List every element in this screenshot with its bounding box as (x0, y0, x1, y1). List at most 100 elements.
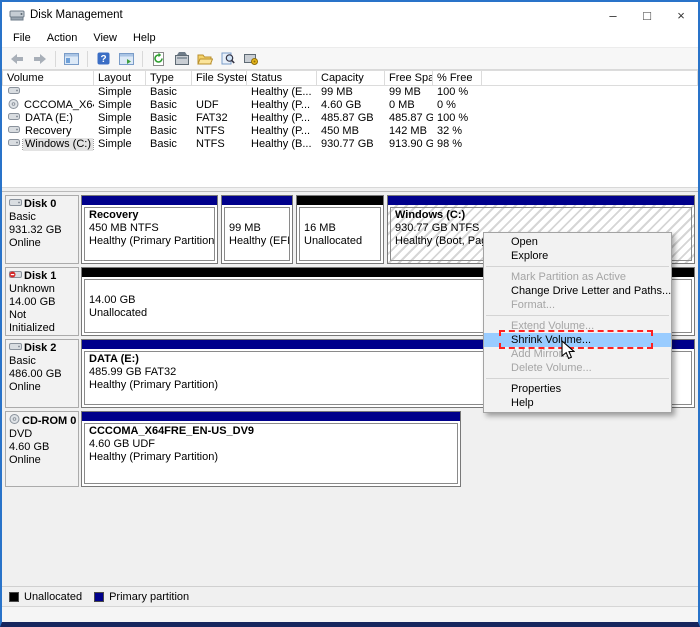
cdrom-0-label[interactable]: CD-ROM 0 DVD 4.60 GB Online (5, 411, 79, 487)
toolbar-separator (55, 51, 56, 67)
menu-view[interactable]: View (85, 30, 125, 46)
table-row[interactable]: CCCOMA_X64FRE... Simple Basic UDF Health… (2, 99, 698, 112)
close-button[interactable]: × (664, 2, 698, 28)
volume-type: Basic (146, 125, 192, 138)
table-row[interactable]: DATA (E:) Simple Basic FAT32 Healthy (P.… (2, 112, 698, 125)
column-header-status[interactable]: Status (247, 70, 317, 86)
menu-item-explore[interactable]: Explore (484, 249, 671, 263)
disk-volume-icon (8, 112, 20, 125)
partition-detail: 99 MB (229, 222, 285, 235)
partition-detail: 450 MB NTFS (89, 222, 210, 235)
disk-2-label[interactable]: Disk 2 Basic 486.00 GB Online (5, 339, 79, 408)
volume-fs (192, 86, 247, 99)
menu-item-extend-volume: Extend Volume... (484, 319, 671, 333)
partition-name: Recovery (89, 209, 210, 222)
menu-item-properties[interactable]: Properties (484, 382, 671, 396)
menu-action[interactable]: Action (39, 30, 86, 46)
status-bar (2, 606, 698, 623)
disk-volume-icon (8, 86, 20, 99)
partition-color-bar (222, 196, 292, 205)
table-row[interactable]: Simple Basic Healthy (E... 99 MB 99 MB 1… (2, 86, 698, 99)
volume-fs: FAT32 (192, 112, 247, 125)
partition-color-bar (388, 196, 694, 205)
disk-name: Disk 1 (24, 270, 56, 283)
mouse-cursor-icon (561, 340, 575, 363)
action-pane-icon[interactable] (116, 49, 137, 68)
back-icon[interactable] (6, 49, 27, 68)
attributes-icon[interactable] (171, 49, 192, 68)
volume-name: Recovery (23, 125, 73, 138)
volume-capacity: 4.60 GB (317, 99, 385, 112)
disk-size: 486.00 GB (9, 368, 75, 381)
volume-layout: Simple (94, 86, 146, 99)
table-row-selected[interactable]: Windows (C:) Simple Basic NTFS Healthy (… (2, 138, 698, 151)
menu-bar: File Action View Help (2, 28, 698, 47)
volume-type: Basic (146, 86, 192, 99)
volume-capacity: 450 MB (317, 125, 385, 138)
search-icon[interactable] (217, 49, 238, 68)
disk-type: Basic (9, 355, 75, 368)
column-header-layout[interactable]: Layout (94, 70, 146, 86)
partition-dvd[interactable]: CCCOMA_X64FRE_EN-US_DV9 4.60 GB UDF Heal… (81, 411, 461, 487)
forward-icon[interactable] (29, 49, 50, 68)
table-row[interactable]: Recovery Simple Basic NTFS Healthy (P...… (2, 125, 698, 138)
disk-type: Basic (9, 211, 75, 224)
volume-layout: Simple (94, 138, 146, 151)
toolbar-separator (142, 51, 143, 67)
volume-status: Healthy (P... (247, 125, 317, 138)
column-header-volume[interactable]: Volume (2, 70, 94, 86)
disk-status: Online (9, 454, 75, 467)
console-tree-icon[interactable] (61, 49, 82, 68)
window-title: Disk Management (30, 9, 123, 21)
column-header-pct-free[interactable]: % Free (433, 70, 482, 86)
disk-volume-icon (8, 125, 20, 138)
open-folder-icon[interactable] (194, 49, 215, 68)
partition-health: Healthy (Primary Partition) (89, 235, 210, 248)
partition-recovery[interactable]: Recovery 450 MB NTFS Healthy (Primary Pa… (81, 195, 218, 264)
menu-help[interactable]: Help (125, 30, 164, 46)
refresh-icon[interactable] (148, 49, 169, 68)
menu-separator (486, 315, 669, 316)
manage-icon[interactable] (240, 49, 261, 68)
volume-free: 913.90 GB (385, 138, 433, 151)
column-header-capacity[interactable]: Capacity (317, 70, 385, 86)
partition-color-bar (297, 196, 383, 205)
volume-pct-free: 100 % (433, 86, 482, 99)
help-icon[interactable]: ? (93, 49, 114, 68)
volume-pct-free: 32 % (433, 125, 482, 138)
menu-item-shrink-volume[interactable]: Shrink Volume... (484, 333, 671, 347)
column-header-type[interactable]: Type (146, 70, 192, 86)
disk-0-label[interactable]: Disk 0 Basic 931.32 GB Online (5, 195, 79, 264)
volume-type: Basic (146, 112, 192, 125)
menu-item-mark-partition-active: Mark Partition as Active (484, 270, 671, 284)
menu-item-add-mirror: Add Mirror... (484, 347, 671, 361)
column-header-file-system[interactable]: File System (192, 70, 247, 86)
partition-unallocated-16mb[interactable]: 16 MB Unallocated (296, 195, 384, 264)
toolbar-separator (87, 51, 88, 67)
partition-efi[interactable]: 99 MB Healthy (EFI System Parti (221, 195, 293, 264)
menu-item-change-drive-letter[interactable]: Change Drive Letter and Paths... (484, 284, 671, 298)
menu-separator (486, 266, 669, 267)
drive-error-icon (9, 270, 22, 283)
menu-file[interactable]: File (5, 30, 39, 46)
disk-status: Not Initialized (9, 309, 75, 335)
disk-size: 14.00 GB (9, 296, 75, 309)
menu-item-help[interactable]: Help (484, 396, 671, 410)
volume-fs: NTFS (192, 138, 247, 151)
disk-management-window: Disk Management – □ × File Action View H… (0, 0, 700, 627)
unallocated-swatch (9, 592, 19, 602)
disk-name: Disk 0 (24, 198, 56, 211)
volume-layout: Simple (94, 125, 146, 138)
disk-type: Unknown (9, 283, 75, 296)
disk-1-label[interactable]: Disk 1 Unknown 14.00 GB Not Initialized (5, 267, 79, 336)
maximize-button[interactable]: □ (630, 2, 664, 28)
menu-item-format: Format... (484, 298, 671, 312)
column-header-free-space[interactable]: Free Spa... (385, 70, 433, 86)
volume-pct-free: 98 % (433, 138, 482, 151)
legend-label: Primary partition (109, 591, 189, 603)
volume-free: 0 MB (385, 99, 433, 112)
volume-capacity: 485.87 GB (317, 112, 385, 125)
minimize-button[interactable]: – (596, 2, 630, 28)
volume-list: Volume Layout Type File System Status Ca… (2, 70, 698, 187)
menu-item-open[interactable]: Open (484, 235, 671, 249)
